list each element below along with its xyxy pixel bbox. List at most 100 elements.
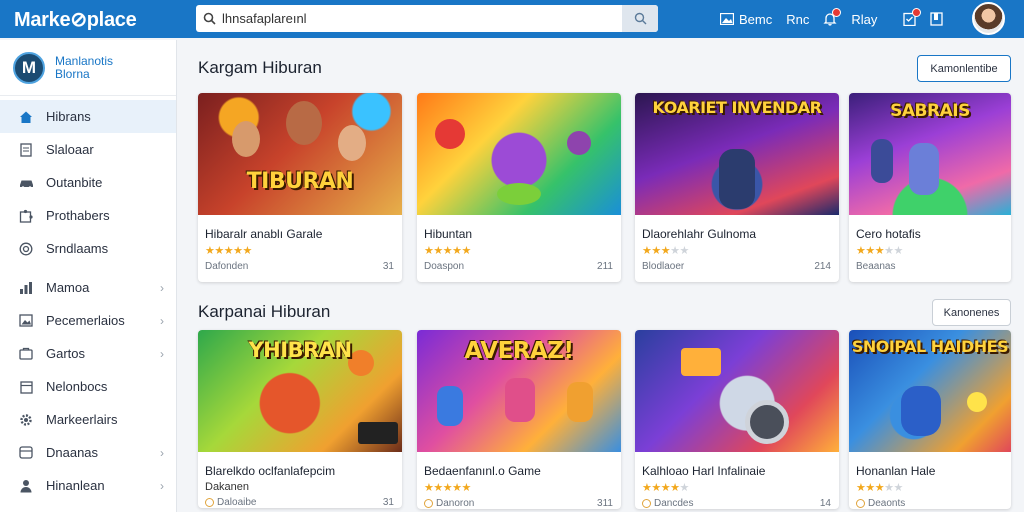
sidebar-item-8[interactable]: Nelonbocs [0,370,176,403]
thumbnail-title: KOARIET INVENDAR [652,98,822,117]
chevron-right-icon: › [160,445,164,460]
game-card[interactable]: SNOIPAL HAIDHES Honanlan Hale ★★★★★ Deao… [849,330,1011,509]
chevron-right-icon: › [160,478,164,493]
coin-icon [205,498,214,507]
nav-home[interactable]: Bemc [720,12,772,27]
section-more-button[interactable]: Kanonenes [932,299,1011,326]
sidebar-item-5[interactable]: Mamoa › [0,271,176,304]
sidebar-item-1[interactable]: Slaloaar [0,133,176,166]
sidebar-item-6[interactable]: Pecemerlaios › [0,304,176,337]
game-card[interactable]: Kalhloao Harl Infalinaie ★★★★★ Dancdes 14 [635,330,839,509]
thumbnail-title: TIBURAN [246,169,354,194]
messages-badge [912,8,922,17]
search-icon [196,12,222,25]
thumbnail-title: SNOIPAL HAIDHES [851,337,1009,356]
game-meta-left: Dafonden [205,261,249,272]
search-bar[interactable] [196,5,658,32]
nav-play[interactable]: Rlay [851,12,877,27]
star-rating: ★★★★★ [642,245,689,257]
sidebar-item-label: Mamoa [46,280,90,295]
search-button[interactable] [622,5,658,32]
game-name: Blarelkdo oclfanlafepcim [205,464,336,478]
game-name: Hibaralr anablı Garale [205,227,323,241]
image-icon [18,313,34,329]
profile-name: Manlanotis [55,53,114,68]
game-meta-right: 214 [814,261,831,272]
star-rating: ★★★★★ [424,482,471,494]
star-rating: ★★★★★ [424,245,471,257]
game-name: Bedaenfanınl.o Game [424,464,541,478]
star-rating: ★★★★★ [856,482,903,494]
nav-bookmark[interactable] [930,12,944,26]
calendar-icon [18,379,34,395]
nav-home-label: Bemc [739,11,773,27]
sidebar-item-label: Srndlaams [46,241,109,256]
user-icon [18,478,34,494]
cart-icon [18,346,34,362]
game-meta-right: 31 [382,497,394,508]
sidebar-item-label: Dnaanas [46,445,99,460]
sidebar-item-11[interactable]: Hinanlean › [0,469,176,502]
game-meta-right: 211 [597,261,613,272]
sidebar-item-2[interactable]: Outanbite [0,166,176,199]
game-meta-right: 311 [597,498,613,509]
star-rating: ★★★★★ [642,482,689,494]
search-input[interactable] [222,11,622,26]
sidebar-item-9[interactable]: Markeerlairs [0,403,176,436]
game-name: Dlaorehlahr Gulnoma [642,227,757,241]
game-name: Kalhloao Harl Infalinaie [642,464,766,478]
game-thumbnail: TIBURAN [198,93,402,215]
brand-logo[interactable]: Marke⊘place [0,7,196,32]
sidebar-item-label: Outanbite [46,175,103,190]
game-meta-left: Blodlaoer [642,261,685,272]
sidebar-item-3[interactable]: Prothabers [0,199,176,232]
nav-rnc[interactable]: Rnc [786,12,809,27]
sidebar-item-label: Prothabers [46,208,110,223]
game-meta-left: Dancdes [642,498,693,509]
notification-badge [832,8,842,17]
game-thumbnail: YHIBRAN [198,330,402,452]
star-rating: ★★★★★ [856,245,903,257]
document-icon [18,142,34,158]
sidebar-item-label: Markeerlairs [46,412,118,427]
section-more-button[interactable]: Kamonlentibe [917,55,1011,82]
chevron-right-icon: › [160,313,164,328]
top-bar: Marke⊘place Bemc Rnc Rlay [0,0,1024,38]
game-meta-left: Beaanas [856,261,896,272]
game-thumbnail: SABRAIS [849,93,1011,215]
game-card[interactable]: Hibuntan ★★★★★ Doaspon 211 [417,93,621,282]
thumbnail-title: AVERAZ! [464,338,574,364]
chevron-right-icon: › [160,346,164,361]
bookmark-icon [930,12,944,26]
sidebar-item-0[interactable]: Hibrans [0,100,176,133]
game-sub: Dakanen [205,481,250,493]
sidebar-item-7[interactable]: Gartos › [0,337,176,370]
nav-notifications[interactable] [823,8,842,26]
sidebar-item-label: Hibrans [46,109,91,124]
car-icon [18,175,34,191]
profile-card[interactable]: M Manlanotis Blorna [0,40,176,96]
star-rating: ★★★★★ [205,245,252,257]
game-card[interactable]: AVERAZ! Bedaenfanınl.o Game ★★★★★ Danoro… [417,330,621,509]
game-card[interactable]: SABRAIS Cero hotafis ★★★★★ Beaanas [849,93,1011,282]
game-thumbnail: KOARIET INVENDAR [635,93,839,215]
game-meta-left: Danoron [424,498,474,509]
game-meta-left: Daloaibe [205,497,256,508]
profile-sub: Blorna [55,66,90,81]
game-card[interactable]: KOARIET INVENDAR Dlaorehlahr Gulnoma ★★★… [635,93,839,282]
target-icon [18,241,34,257]
sidebar-item-10[interactable]: Dnaanas › [0,436,176,469]
sidebar-item-label: Slaloaar [46,142,94,157]
game-name: Honanlan Hale [856,464,936,478]
game-thumbnail: AVERAZ! [417,330,621,452]
home-icon [18,109,34,125]
user-avatar[interactable] [972,2,1005,35]
game-thumbnail [635,330,839,452]
game-meta-left: Doaspon [424,261,465,272]
sidebar-item-4[interactable]: Srndlaams [0,232,176,265]
game-card[interactable]: TIBURAN Hibaralr anablı Garale ★★★★★ Daf… [198,93,402,282]
top-nav: Bemc Rnc Rlay [720,0,957,38]
game-meta-right: 14 [819,498,831,509]
game-card[interactable]: YHIBRAN Blarelkdo oclfanlafepcim Dakanen… [198,330,402,508]
nav-messages[interactable] [903,8,922,26]
